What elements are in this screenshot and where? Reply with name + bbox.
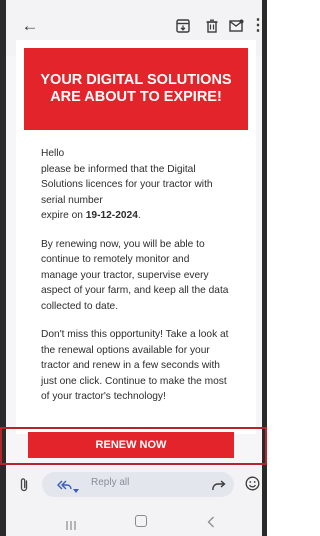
paragraph-call-to-action: Don't miss this opportunity! Take a look… (41, 327, 241, 405)
cta-line: of your tractor's technology! (41, 391, 166, 402)
more-icon[interactable]: ⋮ (250, 18, 262, 34)
expiry-banner: YOUR DIGITAL SOLUTIONS ARE ABOUT TO EXPI… (24, 48, 248, 130)
delete-icon[interactable] (204, 18, 220, 34)
archive-icon[interactable] (175, 18, 191, 34)
paragraph-notice: Hello please be informed that the Digita… (41, 146, 241, 224)
paragraph-benefits: By renewing now, you will be able to con… (41, 237, 241, 315)
notice-line: serial number (41, 194, 103, 206)
benefits-line: By renewing now, you will be able to (41, 238, 205, 250)
home-icon[interactable] (135, 515, 147, 527)
notice-line: please be informed that the Digital (41, 163, 196, 175)
cta-line: Don't miss this opportunity! Take a look… (41, 329, 229, 340)
nav-back-icon[interactable] (207, 515, 215, 528)
banner-title: YOUR DIGITAL SOLUTIONS ARE ABOUT TO EXPI… (40, 72, 232, 105)
expire-prefix: expire on (41, 210, 86, 221)
renew-now-button[interactable]: RENEW NOW (28, 432, 234, 458)
system-nav-bar (6, 505, 262, 536)
email-body: Hello please be informed that the Digita… (41, 146, 241, 418)
reply-all-icon[interactable] (56, 478, 72, 490)
benefits-line: aspect of your farm, and keep all the da… (41, 285, 229, 296)
back-icon[interactable]: ← (22, 17, 39, 34)
forward-icon[interactable] (212, 478, 226, 491)
recent-apps-icon[interactable] (66, 517, 76, 530)
benefits-line: continue to remotely monitor and (41, 254, 190, 265)
mark-unread-icon[interactable] (228, 18, 244, 34)
emoji-icon[interactable] (245, 476, 260, 491)
attachment-icon[interactable] (17, 477, 31, 493)
notice-line: Solutions licences for your tractor with (41, 179, 213, 190)
expire-suffix: . (137, 210, 141, 221)
benefits-line: collected to date. (41, 300, 119, 312)
cta-line: tractor and renew in a few seconds with (41, 360, 220, 371)
expire-line: expire on 19-12-2024. (41, 208, 241, 224)
reply-placeholder: Reply all (91, 477, 130, 488)
benefits-line: manage your tractor, supervise every (41, 269, 209, 281)
expire-date: 19-12-2024 (85, 210, 138, 221)
chevron-down-icon[interactable] (73, 481, 79, 493)
cta-line: just one click. Continue to make the mos… (41, 375, 227, 387)
email-card: YOUR DIGITAL SOLUTIONS ARE ABOUT TO EXPI… (16, 40, 256, 434)
cta-line: the renewal options available for your (41, 344, 210, 356)
greeting: Hello (41, 148, 65, 159)
